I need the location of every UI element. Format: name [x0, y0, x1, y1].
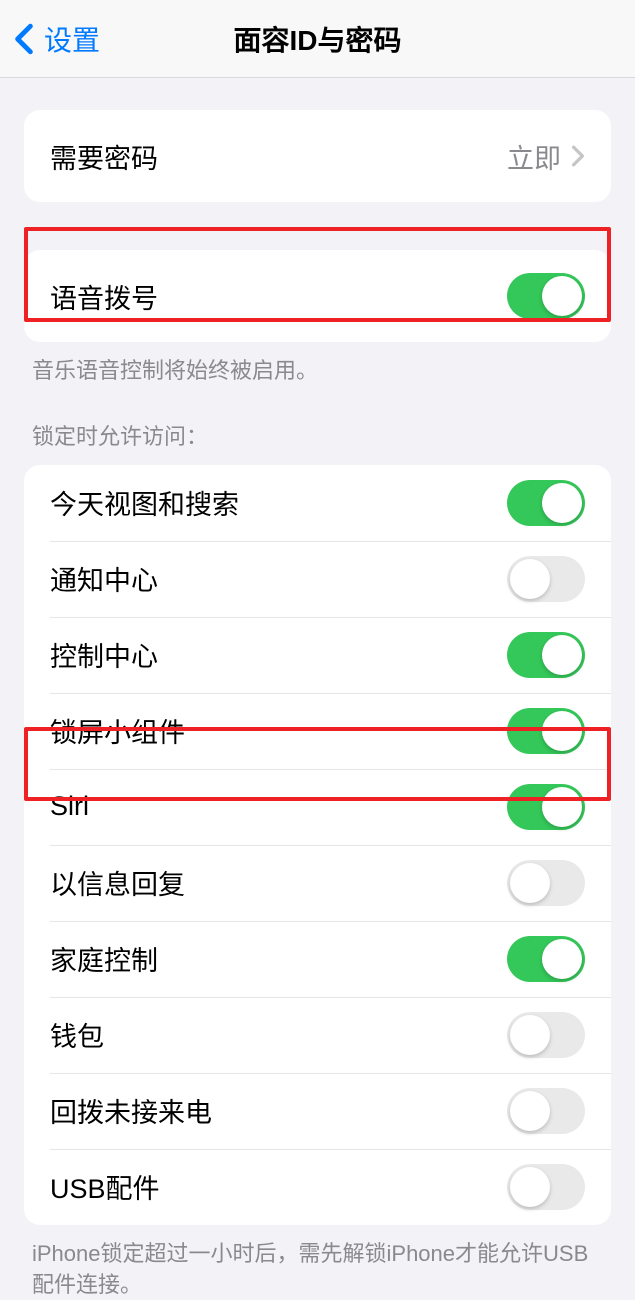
lock-access-toggle[interactable]: [507, 860, 585, 906]
lock-access-label: 今天视图和搜索: [50, 483, 239, 522]
lock-access-toggle[interactable]: [507, 936, 585, 982]
lock-access-row: 钱包: [24, 997, 611, 1073]
lock-access-toggle[interactable]: [507, 1012, 585, 1058]
lock-access-toggle[interactable]: [507, 1164, 585, 1210]
lock-access-label: 控制中心: [50, 635, 158, 674]
chevron-left-icon: [14, 23, 34, 55]
lock-access-label: USB配件: [50, 1167, 160, 1206]
require-passcode-group: 需要密码 立即: [24, 110, 611, 202]
lock-access-row: 控制中心: [24, 617, 611, 693]
lock-access-label: 通知中心: [50, 559, 158, 598]
lock-access-toggle[interactable]: [507, 556, 585, 602]
lock-access-row: 今天视图和搜索: [24, 465, 611, 541]
lock-access-label: Siri: [50, 791, 89, 822]
lock-access-toggle[interactable]: [507, 708, 585, 754]
lock-access-row: 通知中心: [24, 541, 611, 617]
lock-access-toggle[interactable]: [507, 480, 585, 526]
voice-dial-label: 语音拨号: [50, 277, 158, 316]
back-button[interactable]: 设置: [0, 19, 100, 59]
lock-access-header: 锁定时允许访问：: [0, 419, 635, 465]
lock-access-row: USB配件: [24, 1149, 611, 1225]
lock-access-label: 以信息回复: [50, 863, 185, 902]
voice-dial-toggle[interactable]: [507, 273, 585, 319]
lock-access-label: 钱包: [50, 1015, 104, 1054]
lock-access-group: 今天视图和搜索通知中心控制中心锁屏小组件 Siri 以信息回复家庭控制钱包回拨未接来…: [24, 465, 611, 1225]
lock-access-label: 回拨未接来电: [50, 1091, 212, 1130]
require-passcode-value: 立即: [507, 137, 585, 176]
lock-access-toggle[interactable]: [507, 632, 585, 678]
lock-access-label: 锁屏小组件: [50, 711, 185, 750]
lock-access-row: 家庭控制: [24, 921, 611, 997]
lock-access-toggle[interactable]: [507, 784, 585, 830]
voice-dial-footer: 音乐语音控制将始终被启用。: [0, 342, 635, 387]
chevron-right-icon: [571, 145, 585, 167]
lock-access-label: 家庭控制: [50, 939, 158, 978]
require-passcode-label: 需要密码: [50, 137, 158, 176]
lock-access-row: 回拨未接来电: [24, 1073, 611, 1149]
lock-access-toggle[interactable]: [507, 1088, 585, 1134]
lock-access-footer: iPhone锁定超过一小时后，需先解锁iPhone才能允许USB配件连接。: [0, 1225, 635, 1300]
require-passcode-row[interactable]: 需要密码 立即: [24, 110, 611, 202]
voice-dial-row: 语音拨号: [24, 250, 611, 342]
back-label: 设置: [44, 19, 100, 59]
navbar: 设置 面容ID与密码: [0, 0, 635, 78]
lock-access-row: 以信息回复: [24, 845, 611, 921]
voice-dial-group: 语音拨号: [24, 250, 611, 342]
lock-access-row: Siri: [24, 769, 611, 845]
lock-access-row: 锁屏小组件: [24, 693, 611, 769]
